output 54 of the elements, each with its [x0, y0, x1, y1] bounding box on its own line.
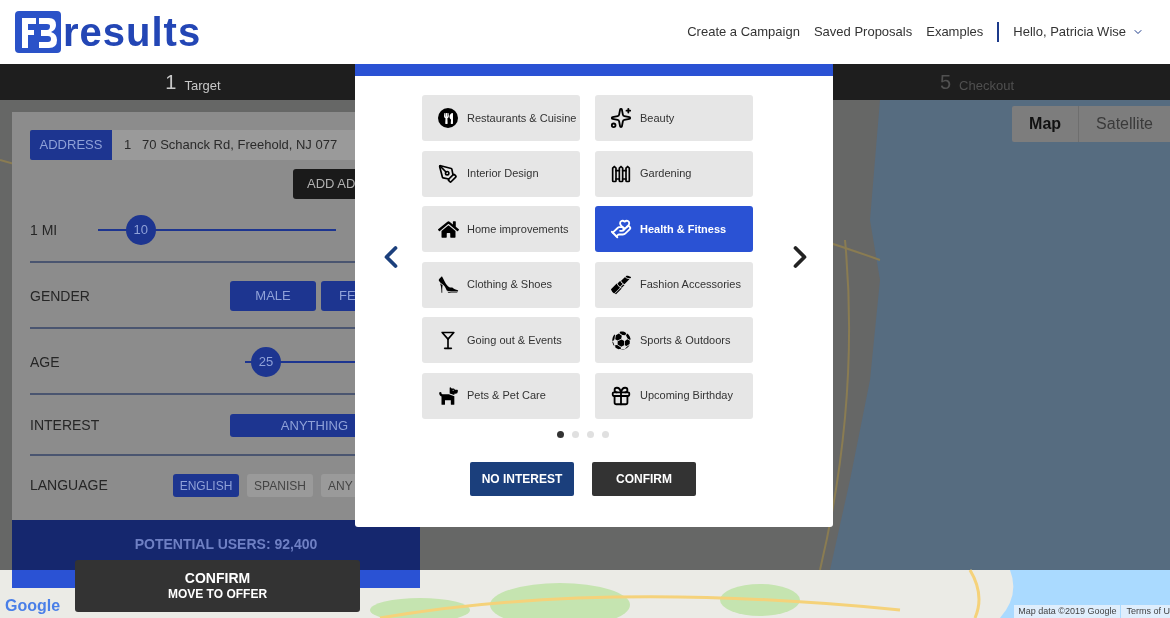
gender-option[interactable]: MALE	[230, 281, 316, 311]
sparkles-icon	[610, 107, 632, 129]
interest-card[interactable]: Clothing & Shoes	[422, 261, 580, 308]
interest-card[interactable]: Upcoming Birthday	[595, 372, 753, 419]
confirm-button[interactable]: CONFIRM	[592, 461, 696, 496]
potential-users-text: POTENTIAL USERS: 92,400	[133, 535, 318, 552]
interest-card[interactable]: Pets & Pet Care	[422, 372, 580, 419]
pen-tool-icon	[438, 163, 458, 184]
step-tab[interactable]: 1 Target	[95, 64, 291, 100]
interest-card[interactable]: Beauty	[595, 95, 753, 141]
interest-select[interactable]: ANYTHING	[230, 414, 355, 437]
interest-card[interactable]: Home improvements	[422, 206, 580, 252]
interest-card[interactable]: Interior Design	[422, 150, 580, 197]
interest-card[interactable]: Fashion Accessories	[595, 261, 753, 308]
dog-icon	[437, 385, 459, 406]
age-slider[interactable]: 25	[245, 347, 355, 377]
logo-icon	[15, 11, 61, 53]
no-interest-button[interactable]: NO INTEREST	[470, 461, 574, 496]
language-option[interactable]: SPANISH	[247, 474, 313, 497]
cocktail-glass-icon	[438, 330, 458, 350]
radius-label: 1 MI	[30, 220, 59, 240]
radius-slider[interactable]: 10	[98, 215, 336, 245]
map-type-tab[interactable]: Map	[1012, 106, 1079, 142]
user-menu[interactable]: Hello, Patricia Wise	[1013, 22, 1144, 42]
slider-thumb[interactable]: 25	[250, 347, 281, 377]
high-heel-icon	[437, 274, 459, 295]
language-option[interactable]: ANY	[321, 474, 355, 497]
house-icon	[437, 218, 459, 240]
fence-icon	[611, 163, 631, 184]
interest-card[interactable]: Sports & Outdoors	[595, 317, 753, 363]
nav-link[interactable]: Saved Proposals	[813, 22, 913, 42]
language-option[interactable]: ENGLISH	[173, 474, 239, 497]
interest-label: INTEREST	[30, 416, 100, 435]
map-attribution: Map data ©2019 Google	[1014, 605, 1121, 618]
nav-link[interactable]: Examples	[926, 22, 984, 42]
address-field[interactable]: 1 70 Schanck Rd, Freehold, NJ 077	[112, 130, 355, 160]
interest-card[interactable]: Restaurants & Cuisine	[422, 95, 580, 141]
age-label: AGE	[30, 352, 60, 372]
nav-link[interactable]: Create a Campaign	[687, 22, 800, 42]
add-address-button[interactable]: ADD AD	[293, 169, 355, 199]
hand-heart-icon	[610, 217, 632, 241]
language-label: LANGUAGE	[30, 476, 108, 495]
utensils-icon	[438, 108, 458, 128]
map-logo: Google	[5, 598, 61, 614]
confirm-offer-button[interactable]: CONFIRM MOVE TO OFFER	[75, 560, 360, 612]
address-label: ADDRESS	[30, 130, 112, 160]
gender-option[interactable]: FE	[321, 281, 355, 311]
interest-card[interactable]: Gardening	[595, 150, 753, 197]
gender-label: GENDER	[30, 286, 90, 306]
interest-card[interactable]: Going out & Events	[422, 317, 580, 363]
interest-card[interactable]: Health & Fitness	[595, 206, 753, 252]
slider-thumb[interactable]: 10	[125, 215, 156, 245]
terms-link[interactable]: Terms of U	[1121, 605, 1170, 618]
logo-text: results	[63, 12, 202, 52]
